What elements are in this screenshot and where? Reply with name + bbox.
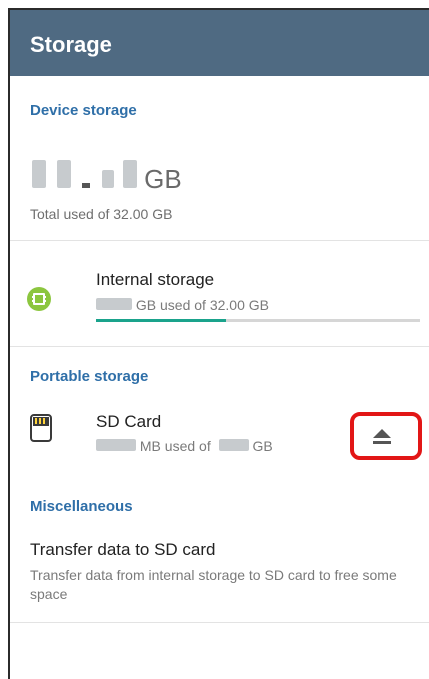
divider <box>10 622 429 623</box>
divider <box>10 346 429 347</box>
divider <box>10 240 429 241</box>
misc-header: Miscellaneous <box>30 498 133 515</box>
total-used-caption: Total used of 32.00 GB <box>30 206 173 222</box>
device-storage-header: Device storage <box>30 102 137 119</box>
internal-storage-title: Internal storage <box>96 270 215 289</box>
total-used-value: GB <box>32 160 182 196</box>
transfer-data-description: Transfer data from internal storage to S… <box>30 567 397 602</box>
redacted-amount <box>218 439 249 451</box>
total-unit: GB <box>144 164 182 194</box>
internal-storage-progress <box>96 319 420 322</box>
sd-card-usage: MB used of GB <box>96 438 273 454</box>
storage-screen: Storage Device storage GB Total used of … <box>8 8 429 679</box>
redacted-digit <box>32 160 46 188</box>
decimal-point <box>82 183 91 188</box>
redacted-amount <box>96 298 132 310</box>
eject-icon[interactable] <box>370 426 394 446</box>
internal-storage-usage: GB used of 32.00 GB <box>96 297 269 313</box>
redacted-digit <box>122 160 137 188</box>
redacted-amount <box>96 439 136 451</box>
sd-card-usage-unit: GB <box>252 438 273 454</box>
internal-storage-usage-text: GB used of 32.00 GB <box>135 297 269 313</box>
redacted-digit <box>101 170 114 188</box>
internal-storage-row[interactable]: Internal storage GB used of 32.00 GB <box>10 246 429 336</box>
internal-storage-icon <box>27 287 51 311</box>
internal-storage-progress-fill <box>96 319 226 322</box>
transfer-data-row[interactable]: Transfer data to SD card Transfer data f… <box>10 528 429 612</box>
sd-card-row[interactable]: SD Card MB used of GB <box>10 400 340 470</box>
redacted-digit <box>57 160 72 188</box>
transfer-data-title: Transfer data to SD card <box>30 540 216 559</box>
sd-card-title: SD Card <box>96 412 162 431</box>
portable-storage-header: Portable storage <box>30 368 149 385</box>
app-bar: Storage <box>10 10 429 76</box>
sd-card-icon <box>30 414 52 442</box>
page-title: Storage <box>30 32 112 57</box>
sd-card-usage-mid: MB used of <box>139 438 211 454</box>
